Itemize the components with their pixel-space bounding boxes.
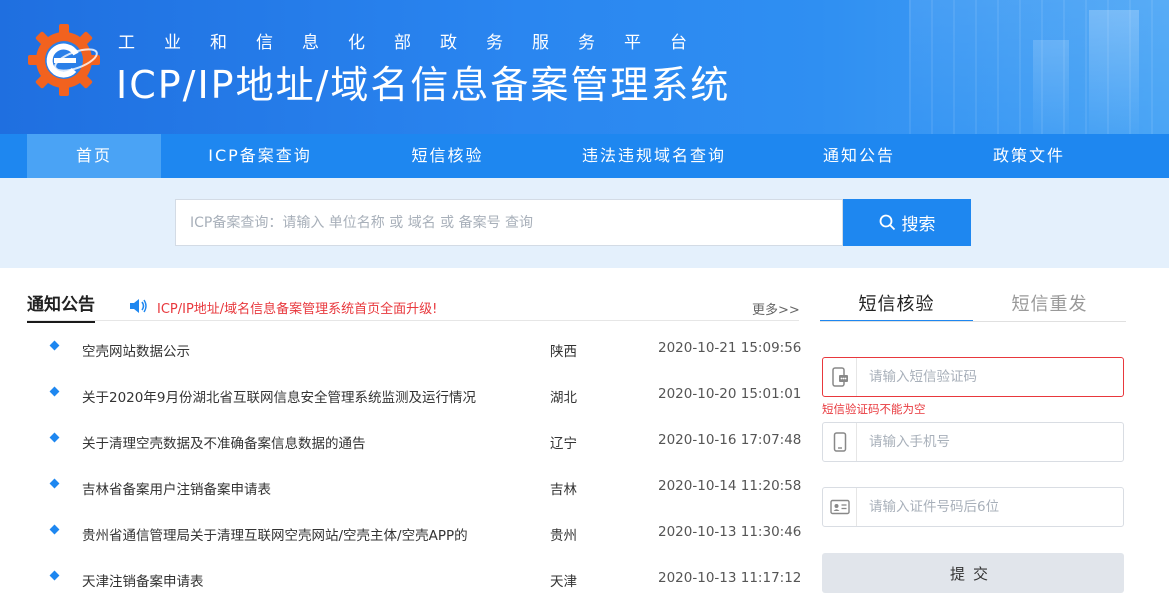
header-decoration-tower (1033, 40, 1069, 134)
search-button-label: 搜索 (901, 215, 936, 235)
nav-item-icp-query[interactable]: ICP备案查询 (190, 134, 330, 178)
nav-item-policy-docs[interactable]: 政策文件 (975, 134, 1083, 178)
notice-title[interactable]: 吉林省备案用户注销备案申请表 (82, 478, 271, 498)
list-item[interactable]: 吉林省备案用户注销备案申请表 吉林 2020-10-14 11:20:58 (27, 464, 802, 510)
phone-input[interactable] (857, 424, 1123, 460)
notice-province: 贵州 (550, 528, 577, 544)
submit-button[interactable]: 提交 (822, 553, 1124, 593)
diamond-bullet-icon (49, 386, 60, 397)
notice-date: 2020-10-20 15:01:01 (658, 386, 802, 402)
id-number-field (822, 487, 1124, 527)
notice-title[interactable]: 关于清理空壳数据及不准确备案信息数据的通告 (82, 432, 366, 452)
search-band: 搜索 (0, 178, 1169, 268)
notices-divider (27, 320, 799, 321)
site-header: 工业和信息化部政务服务平台 ICP/IP地址/域名信息备案管理系统 (0, 0, 1169, 134)
list-item[interactable]: 关于清理空壳数据及不准确备案信息数据的通告 辽宁 2020-10-16 17:0… (27, 418, 802, 464)
notice-title[interactable]: 关于2020年9月份湖北省互联网信息安全管理系统监测及运行情况 (82, 386, 476, 406)
search-button[interactable]: 搜索 (843, 199, 971, 246)
tab-sms-verify[interactable]: 短信核验 (820, 290, 973, 322)
sms-code-field (822, 357, 1124, 397)
notice-list: 空壳网站数据公示 陕西 2020-10-21 15:09:56 关于2020年9… (27, 326, 802, 602)
notice-province: 吉林 (550, 482, 577, 498)
search-input[interactable] (175, 199, 843, 246)
id-number-input[interactable] (857, 489, 1123, 525)
notice-date: 2020-10-14 11:20:58 (658, 478, 802, 494)
notice-province: 湖北 (550, 390, 577, 406)
diamond-bullet-icon (49, 524, 60, 535)
nav-item-sms-verify[interactable]: 短信核验 (390, 134, 505, 178)
notice-date: 2020-10-13 11:30:46 (658, 524, 802, 540)
tab-sms-resend[interactable]: 短信重发 (973, 290, 1126, 322)
notice-title[interactable]: 天津注销备案申请表 (82, 570, 204, 590)
tab-divider (820, 321, 1126, 322)
gear-logo-icon (28, 24, 100, 96)
nav-item-notices[interactable]: 通知公告 (805, 134, 913, 178)
notice-date: 2020-10-13 11:17:12 (658, 570, 802, 586)
diamond-bullet-icon (49, 432, 60, 443)
notice-province: 陕西 (550, 344, 577, 360)
speaker-icon (130, 299, 147, 313)
mobile-phone-icon (823, 423, 857, 461)
notice-date: 2020-10-21 15:09:56 (658, 340, 802, 356)
header-decoration-tower (1089, 10, 1139, 134)
notice-title[interactable]: 贵州省通信管理局关于清理互联网空壳网站/空壳主体/空壳APP的 (82, 524, 468, 544)
id-card-icon (823, 488, 857, 526)
page-title: ICP/IP地址/域名信息备案管理系统 (116, 63, 731, 107)
list-item[interactable]: 贵州省通信管理局关于清理互联网空壳网站/空壳主体/空壳APP的 贵州 2020-… (27, 510, 802, 556)
sms-code-input[interactable] (857, 359, 1123, 395)
announcement-marquee[interactable]: ICP/IP地址/域名信息备案管理系统首页全面升级! (157, 298, 437, 317)
notices-title[interactable]: 通知公告 (27, 290, 95, 323)
notice-title[interactable]: 空壳网站数据公示 (82, 340, 190, 360)
diamond-bullet-icon (49, 570, 60, 581)
notice-province: 辽宁 (550, 436, 577, 452)
nav-item-illegal-domain-query[interactable]: 违法违规域名查询 (565, 134, 743, 178)
list-item[interactable]: 关于2020年9月份湖北省互联网信息安全管理系统监测及运行情况 湖北 2020-… (27, 372, 802, 418)
header-subtitle: 工业和信息化部政务服务平台 (118, 33, 716, 53)
diamond-bullet-icon (49, 340, 60, 351)
sms-code-error: 短信验证码不能为空 (822, 402, 926, 416)
sms-code-icon (823, 358, 857, 396)
notice-date: 2020-10-16 17:07:48 (658, 432, 802, 448)
notice-province: 天津 (550, 574, 577, 590)
list-item[interactable]: 天津注销备案申请表 天津 2020-10-13 11:17:12 (27, 556, 802, 602)
main-nav: 首页 ICP备案查询 短信核验 违法违规域名查询 通知公告 政策文件 (0, 134, 1169, 178)
diamond-bullet-icon (49, 478, 60, 489)
phone-field (822, 422, 1124, 462)
more-link[interactable]: 更多>> (752, 299, 800, 318)
list-item[interactable]: 空壳网站数据公示 陕西 2020-10-21 15:09:56 (27, 326, 802, 372)
nav-item-home[interactable]: 首页 (27, 134, 161, 178)
search-icon (879, 214, 895, 231)
